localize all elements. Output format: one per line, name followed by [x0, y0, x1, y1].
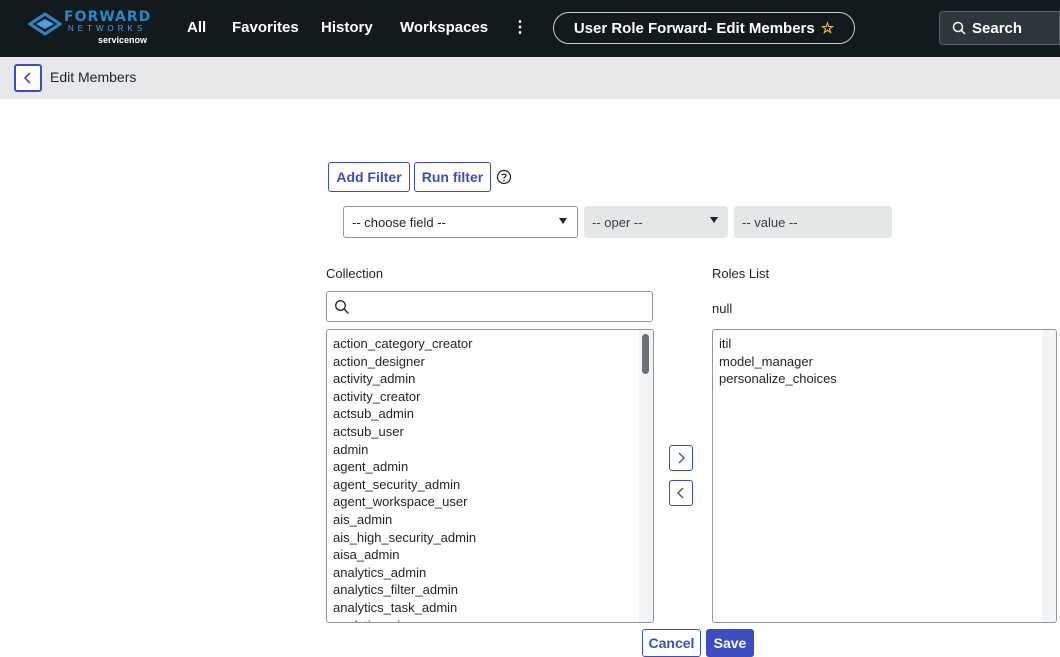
context-title: User Role Forward- Edit Members [573, 19, 815, 37]
save-button[interactable]: Save [706, 629, 754, 657]
global-search[interactable]: Search [939, 11, 1060, 45]
collection-item[interactable]: aisa_admin [333, 546, 653, 564]
logo-sub-text: NETWORKS [68, 24, 147, 33]
collection-item[interactable]: action_category_creator [333, 335, 653, 353]
context-title-pill[interactable]: User Role Forward- Edit Members ☆ [553, 12, 855, 44]
nav-history[interactable]: History [321, 19, 373, 36]
collection-item[interactable]: actsub_user [333, 423, 653, 441]
collection-item[interactable]: action_designer [333, 353, 653, 371]
chevron-right-icon [678, 452, 685, 464]
back-button[interactable] [14, 64, 42, 92]
more-menu-icon[interactable]: ⋮ [512, 17, 528, 37]
add-to-roles-button[interactable] [669, 445, 693, 471]
cancel-button[interactable]: Cancel [642, 629, 701, 657]
collection-item[interactable]: actsub_admin [333, 405, 653, 423]
collection-scrollbar[interactable] [639, 330, 653, 622]
roles-null-text: null [712, 301, 733, 316]
chevron-down-icon [559, 218, 567, 224]
choose-field-select[interactable]: -- choose field -- [343, 206, 578, 238]
roles-item[interactable]: itil [719, 335, 1056, 353]
search-icon [335, 300, 349, 314]
chevron-down-icon [710, 217, 718, 223]
roles-listbox[interactable]: itil model_manager personalize_choices [712, 329, 1057, 623]
collection-listbox[interactable]: action_category_creator action_designer ac… [326, 329, 654, 623]
nav-all[interactable]: All [187, 19, 206, 36]
collection-item[interactable]: agent_security_admin [333, 476, 653, 494]
form-header: Edit Members [0, 57, 1060, 99]
collection-item[interactable]: analytics_task_admin [333, 599, 653, 617]
run-filter-button[interactable]: Run filter [414, 162, 491, 192]
collection-item[interactable]: ais_high_security_admin [333, 529, 653, 547]
collection-label: Collection [326, 266, 384, 281]
operator-value: -- oper -- [592, 214, 643, 230]
collection-list: action_category_creator action_designer ac… [327, 330, 653, 623]
top-nav: FORWARD NETWORKS servicenow All Favorite… [0, 0, 1060, 57]
collection-item[interactable]: ais_admin [333, 511, 653, 529]
collection-search-input[interactable] [326, 291, 653, 322]
help-icon[interactable] [496, 169, 512, 185]
collection-item[interactable]: analytics_filter_admin [333, 581, 653, 599]
star-icon[interactable]: ☆ [821, 19, 834, 37]
search-icon [952, 21, 966, 35]
collection-item[interactable]: agent_admin [333, 458, 653, 476]
collection-item[interactable]: analytics_viewer [333, 617, 653, 623]
value-field[interactable]: -- value -- [734, 206, 892, 238]
collection-item[interactable]: activity_creator [333, 388, 653, 406]
page-title: Edit Members [50, 69, 137, 85]
roles-list-label: Roles List [712, 266, 770, 281]
operator-select[interactable]: -- oper -- [584, 206, 728, 238]
search-label: Search [972, 19, 1023, 37]
collection-item[interactable]: activity_admin [333, 370, 653, 388]
nav-favorites[interactable]: Favorites [232, 19, 299, 36]
value-placeholder: -- value -- [742, 214, 798, 230]
forward-networks-logo[interactable]: FORWARD NETWORKS servicenow [28, 9, 168, 49]
collection-item[interactable]: admin [333, 441, 653, 459]
logo-brand-text: FORWARD [64, 9, 152, 25]
collection-scroll-thumb[interactable] [642, 334, 649, 374]
remove-from-roles-button[interactable] [669, 480, 693, 506]
chevron-left-icon [677, 487, 684, 499]
roles-item[interactable]: personalize_choices [719, 370, 1056, 388]
logo-emblem-icon [28, 12, 62, 36]
logo-powered-text: servicenow [98, 35, 148, 45]
chevron-left-icon [23, 72, 31, 84]
nav-workspaces[interactable]: Workspaces [400, 19, 488, 36]
roles-scrollbar[interactable] [1042, 330, 1056, 622]
add-filter-button[interactable]: Add Filter [328, 162, 410, 192]
collection-item[interactable]: agent_workspace_user [333, 493, 653, 511]
roles-item[interactable]: model_manager [719, 353, 1056, 371]
roles-list: itil model_manager personalize_choices [713, 330, 1056, 388]
choose-field-value: -- choose field -- [352, 214, 446, 230]
collection-item[interactable]: analytics_admin [333, 564, 653, 582]
